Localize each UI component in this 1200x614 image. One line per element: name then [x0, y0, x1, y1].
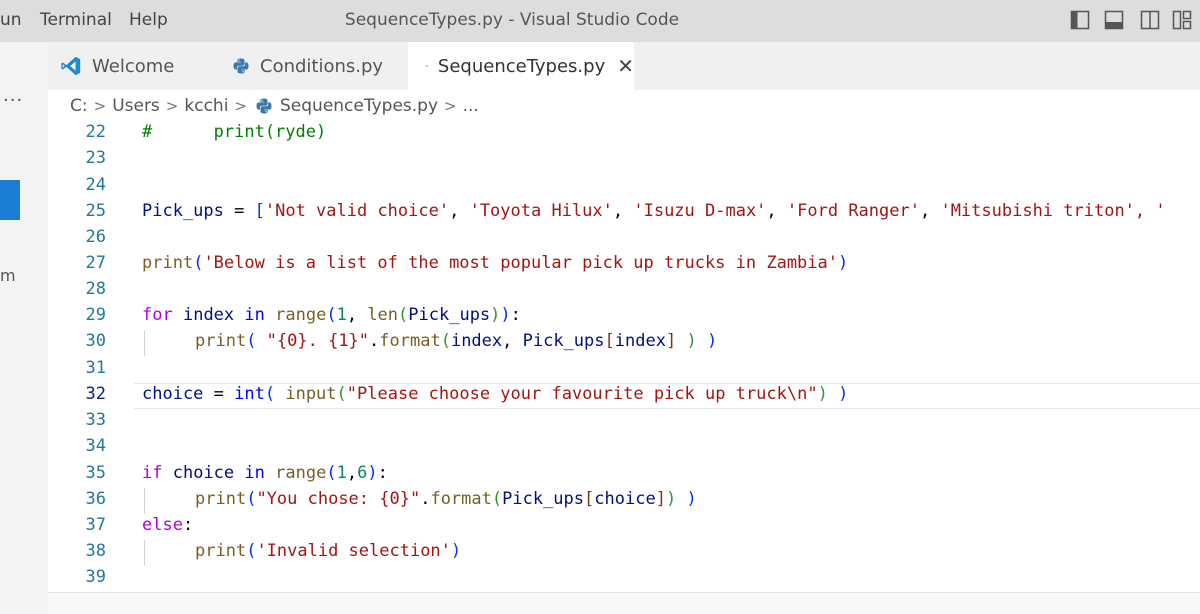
code-text: print('Invalid selection') — [195, 541, 462, 561]
toggle-primary-sidebar-icon[interactable] — [1070, 10, 1090, 30]
line-number: 31 — [85, 358, 106, 378]
code-text: if choice in range(1,6): — [142, 463, 388, 483]
python-icon — [233, 58, 249, 74]
code-line[interactable]: 24 — [48, 175, 1200, 201]
code-line[interactable]: 22 # print(ryde) — [48, 122, 1200, 148]
code-line[interactable]: 33 — [48, 410, 1200, 436]
line-number: 26 — [85, 227, 106, 247]
line-number: 23 — [85, 148, 106, 168]
code-line[interactable]: 29 for index in range(1, len(Pick_ups)): — [48, 305, 1200, 331]
chevron-right-icon: > — [444, 97, 457, 115]
chevron-right-icon: > — [234, 97, 247, 115]
code-text: Pick_ups = ['Not valid choice', 'Toyota … — [142, 201, 1166, 221]
code-line[interactable]: 31 — [48, 358, 1200, 384]
python-icon — [426, 65, 428, 67]
line-number: 39 — [85, 567, 106, 587]
python-icon — [256, 98, 272, 114]
tab-welcome[interactable]: Welcome — [60, 42, 212, 90]
breadcrumb-item[interactable]: SequenceTypes.py — [280, 96, 438, 116]
code-line[interactable]: 30 print( "{0}. {1}".format(index, Pick_… — [48, 331, 1200, 357]
code-text: print( "{0}. {1}".format(index, Pick_ups… — [195, 331, 718, 351]
line-number: 22 — [85, 122, 106, 142]
layout-controls — [1060, 8, 1200, 34]
breadcrumb-item[interactable]: C: — [70, 96, 88, 116]
code-editor[interactable]: 22 # print(ryde) 23 24 25 Pick_ups = ['N… — [48, 122, 1200, 592]
customize-layout-icon[interactable] — [1172, 10, 1192, 30]
breadcrumb-item[interactable]: Users — [112, 96, 160, 116]
line-number: 28 — [85, 279, 106, 299]
toggle-secondary-sidebar-icon[interactable] — [1140, 10, 1160, 30]
panel-edge — [48, 592, 1200, 614]
code-line[interactable]: 34 — [48, 436, 1200, 462]
close-icon[interactable]: ✕ — [617, 54, 634, 78]
code-line[interactable]: 35 if choice in range(1,6): — [48, 463, 1200, 489]
tab-label: Welcome — [92, 55, 175, 77]
code-text: choice = int( input("Please choose your … — [142, 384, 849, 404]
code-line[interactable]: 26 — [48, 227, 1200, 253]
sidebar-selected-indicator — [0, 180, 20, 220]
tab-conditions[interactable]: Conditions.py — [232, 42, 406, 90]
line-number: 24 — [85, 175, 106, 195]
sidebar: ··· m — [0, 42, 48, 614]
code-line[interactable]: 32 choice = int( input("Please choose yo… — [48, 384, 1200, 410]
code-line[interactable]: 37 else: — [48, 515, 1200, 541]
breadcrumb-item[interactable]: ... — [463, 96, 479, 116]
breadcrumb-item[interactable]: kcchi — [184, 96, 228, 116]
tab-sequencetypes[interactable]: SequenceTypes.py ✕ — [408, 42, 634, 90]
toggle-panel-icon[interactable] — [1104, 10, 1124, 30]
line-number: 38 — [85, 541, 106, 561]
code-line[interactable]: 23 — [48, 148, 1200, 174]
title-bar: un Terminal Help SequenceTypes.py - Visu… — [0, 0, 1200, 42]
line-number: 34 — [85, 436, 106, 456]
line-number: 29 — [85, 305, 106, 325]
breadcrumb: C: > Users > kcchi > SequenceTypes.py > … — [48, 90, 1200, 122]
tab-label: SequenceTypes.py — [437, 55, 606, 77]
code-line[interactable]: 36 print("You chose: {0}".format(Pick_up… — [48, 489, 1200, 515]
code-line[interactable]: 38 print('Invalid selection') — [48, 541, 1200, 567]
code-text: print('Below is a list of the most popul… — [142, 253, 849, 273]
code-line[interactable]: 28 — [48, 279, 1200, 305]
line-number: 33 — [85, 410, 106, 430]
window-title: SequenceTypes.py - Visual Studio Code — [344, 10, 680, 30]
line-number: 37 — [85, 515, 106, 535]
tab-bar: Welcome Conditions.py SequenceTypes.py ✕ — [48, 42, 1200, 90]
code-text: for index in range(1, len(Pick_ups)): — [142, 305, 521, 325]
code-line[interactable]: 27 print('Below is a list of the most po… — [48, 253, 1200, 279]
code-line[interactable]: 25 Pick_ups = ['Not valid choice', 'Toyo… — [48, 201, 1200, 227]
more-actions-icon[interactable]: ··· — [3, 90, 23, 111]
line-number: 35 — [85, 463, 106, 483]
sidebar-partial-label: m — [0, 266, 16, 285]
code-text: print("You chose: {0}".format(Pick_ups[c… — [195, 489, 697, 509]
line-number: 30 — [85, 331, 106, 351]
line-number: 27 — [85, 253, 106, 273]
code-text: # print(ryde) — [142, 122, 327, 142]
code-line[interactable]: 39 — [48, 567, 1200, 592]
line-number: 32 — [85, 384, 106, 404]
line-number: 25 — [85, 201, 106, 221]
chevron-right-icon: > — [93, 97, 107, 115]
vscode-logo-icon — [61, 56, 81, 76]
tab-label: Conditions.py — [260, 55, 384, 77]
line-number: 36 — [85, 489, 106, 509]
chevron-right-icon: > — [165, 97, 179, 115]
code-text: else: — [142, 515, 194, 535]
